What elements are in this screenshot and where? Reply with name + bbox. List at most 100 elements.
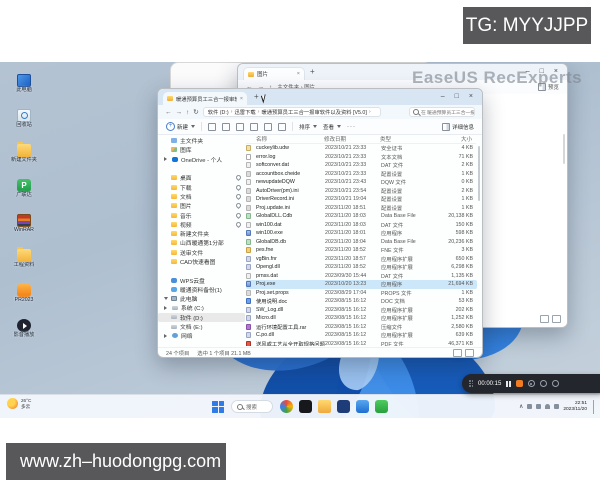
file-row[interactable]: Micro.dll 2023/08/15 16:12 应用程序扩展 1,252 … [246, 314, 477, 323]
scrollbar[interactable] [478, 146, 480, 201]
sidebar-item[interactable]: 视频 [158, 220, 245, 229]
explorer-titlebar[interactable]: 暖通预算员工三合一报审软件 × + – □ × [158, 89, 482, 105]
sidebar-item[interactable]: 文档 (E:) [158, 322, 245, 331]
network-icon[interactable] [545, 404, 550, 409]
paste-icon[interactable] [236, 123, 244, 131]
close-icon[interactable]: × [469, 93, 473, 100]
file-row[interactable]: prnss.dat 2023/09/30 15:44 DAT 文件 1,135 … [246, 272, 477, 281]
file-row[interactable]: 运行环境配置工具.rar 2023/08/15 16:12 压缩文件 2,580… [246, 323, 477, 332]
sidebar-item[interactable]: 图库 [158, 145, 245, 154]
file-row[interactable]: Opengl.dll 2023/11/20 18:52 应用程序扩展 6,298… [246, 263, 477, 272]
minimize-icon[interactable]: – [441, 93, 445, 100]
file-row[interactable]: SW_Log.dll 2023/08/15 16:12 应用程序扩展 202 K… [246, 306, 477, 315]
sidebar-item[interactable]: 文档 [158, 192, 245, 201]
file-row[interactable]: newupdateDQW 2023/10/21 23:43 DQW 文件 0 K… [246, 178, 477, 187]
file-row[interactable]: GlobalDB.db 2023/11/20 18:04 Data Base F… [246, 238, 477, 247]
refresh-icon[interactable]: ↻ [193, 109, 198, 116]
delete-icon[interactable] [278, 123, 286, 131]
settings-button[interactable] [552, 380, 559, 387]
chevron-icon[interactable] [164, 297, 168, 302]
sidebar-item[interactable] [158, 266, 245, 275]
schedule-button[interactable] [540, 380, 547, 387]
desktop-icon[interactable]: 回收站 [3, 109, 45, 136]
taskbar-app-icon[interactable] [280, 400, 293, 413]
file-row[interactable]: DriverRecord.ini 2023/10/21 19:04 配置设置 1… [246, 195, 477, 204]
file-row[interactable]: pes.fne 2023/11/20 18:52 FNE 文件 3 KB [246, 246, 477, 255]
tray-app-icon[interactable] [527, 404, 532, 409]
file-row[interactable]: 使用说明.doc 2023/08/15 16:12 DOC 文档 53 KB [246, 297, 477, 306]
pause-button[interactable] [506, 381, 511, 387]
explorer-window[interactable]: 暖通预算员工三合一报审软件 × + – □ × ← → ↑ ↻ [157, 88, 483, 358]
file-row[interactable]: GlobalDLL.Cdb 2023/11/20 18:03 Data Base… [246, 212, 477, 221]
file-row[interactable]: Proj.update.ini 2023/11/20 18:51 配置设置 1 … [246, 204, 477, 213]
file-row[interactable]: win100.dat 2023/11/20 18:03 DAT 文件 150 K… [246, 221, 477, 230]
sort-button[interactable]: 排序 [299, 123, 317, 131]
file-row[interactable]: vgBin.fnr 2023/11/20 18:57 应用程序扩展 650 KB [246, 255, 477, 264]
new-tab-button[interactable]: + [254, 93, 259, 101]
search-input[interactable]: 在 暖通预算员工三合一报…中搜索 [409, 107, 475, 117]
background-window-tab[interactable]: 图片 × [243, 67, 305, 80]
large-icons-view-icon[interactable] [465, 349, 474, 357]
sidebar-item[interactable]: OneDrive - 个人 [158, 155, 245, 164]
sidebar-item[interactable]: 山西暖通第1分部 [158, 238, 245, 247]
desktop-icon[interactable]: PR2023 [3, 284, 45, 311]
desktop[interactable]: 此电脑 回收站 新建文件夹 广联达 [0, 62, 600, 418]
forward-icon[interactable]: → [176, 109, 183, 116]
file-row[interactable]: softconver.dat 2023/10/21 23:33 DAT 文件 2… [246, 161, 477, 170]
desktop-icon[interactable]: 工程资料 [3, 249, 45, 276]
back-icon[interactable]: ← [165, 109, 172, 116]
new-button[interactable]: + 新建 [166, 122, 195, 131]
column-date[interactable]: 修改日期 [324, 135, 380, 143]
sidebar-item[interactable]: 图片 [158, 201, 245, 210]
grid-view-icon[interactable] [552, 315, 561, 323]
breadcrumb-segment[interactable]: 软件 (D:) › [208, 108, 233, 116]
file-row[interactable]: win100.exe 2023/11/20 18:01 应用程序 598 KB [246, 229, 477, 238]
sidebar-item[interactable]: 主文件夹 [158, 136, 245, 145]
breadcrumb[interactable]: 软件 (D:) › 迅雷下载 › 暖通预算员工三合一报审软件以及资料 [V5.0… [203, 107, 381, 117]
chevron-icon[interactable] [164, 306, 169, 310]
file-row[interactable]: C.po.dll 2023/08/15 16:12 应用程序扩展 639 KB [246, 331, 477, 340]
file-row[interactable]: Proj.set.props 2023/08/29 17:04 PROPS 文件… [246, 289, 477, 298]
tab-close-icon[interactable]: × [297, 71, 300, 77]
sidebar-item[interactable]: 送审文件 [158, 248, 245, 257]
sidebar-item[interactable]: 桌面 [158, 173, 245, 182]
sidebar-item[interactable] [158, 164, 245, 173]
tray-app-icon[interactable] [536, 404, 541, 409]
sidebar-item[interactable]: 暖通资料备份(1) [158, 285, 245, 294]
show-desktop-button[interactable] [593, 400, 596, 414]
explorer-tab[interactable]: 暖通预算员工三合一报审软件 × [163, 92, 247, 105]
file-row[interactable]: 送风或工艺从全开取规格问题.pdf 2023/08/15 16:12 PDF 文… [246, 340, 477, 347]
up-icon[interactable]: ↑ [186, 109, 189, 116]
cut-icon[interactable] [208, 123, 216, 131]
taskbar-app-icon[interactable] [299, 400, 312, 413]
stop-button[interactable] [516, 380, 523, 387]
sidebar-item[interactable]: 软件 (D:) [158, 313, 245, 322]
breadcrumb-segment[interactable]: 迅雷下载 › [234, 108, 259, 116]
file-row[interactable]: AutoDriver(pm).ini 2023/10/21 23:54 配置设置… [246, 187, 477, 196]
copy-icon[interactable] [222, 123, 230, 131]
volume-icon[interactable] [554, 404, 559, 409]
sidebar-item[interactable]: CAD快速看图 [158, 257, 245, 266]
maximize-icon[interactable]: □ [455, 93, 459, 100]
sidebar-item[interactable]: 系统 (C:) [158, 303, 245, 312]
desktop-icon[interactable]: 影音播放 [3, 319, 45, 346]
taskbar-app-icon[interactable] [356, 400, 369, 413]
tab-close-icon[interactable]: × [240, 96, 243, 102]
sidebar-item[interactable]: 新建文件夹 [158, 229, 245, 238]
new-tab-button[interactable]: + [310, 68, 315, 76]
drag-handle[interactable] [469, 380, 473, 387]
chevron-icon[interactable] [164, 157, 169, 161]
taskbar-clock[interactable]: 22:51 2023/11/20 [563, 401, 587, 412]
taskbar-search[interactable]: 搜索 [231, 400, 273, 413]
sidebar-item[interactable]: 此电脑 [158, 294, 245, 303]
view-button[interactable]: 查看 [323, 123, 341, 131]
sidebar-item[interactable]: 音乐 [158, 210, 245, 219]
start-button[interactable] [212, 401, 224, 413]
recording-toolbar[interactable]: 00:00:15 [462, 374, 600, 393]
sidebar-item[interactable]: 下载 [158, 182, 245, 191]
file-row[interactable]: error.log 2023/10/21 23:33 文本文档 71 KB [246, 153, 477, 162]
file-row[interactable]: accountbox.cheide 2023/10/21 23:33 配置设置 … [246, 170, 477, 179]
chevron-icon[interactable] [164, 334, 169, 338]
scrollbar[interactable] [563, 134, 565, 164]
sidebar-item[interactable]: WPS云盘 [158, 275, 245, 284]
